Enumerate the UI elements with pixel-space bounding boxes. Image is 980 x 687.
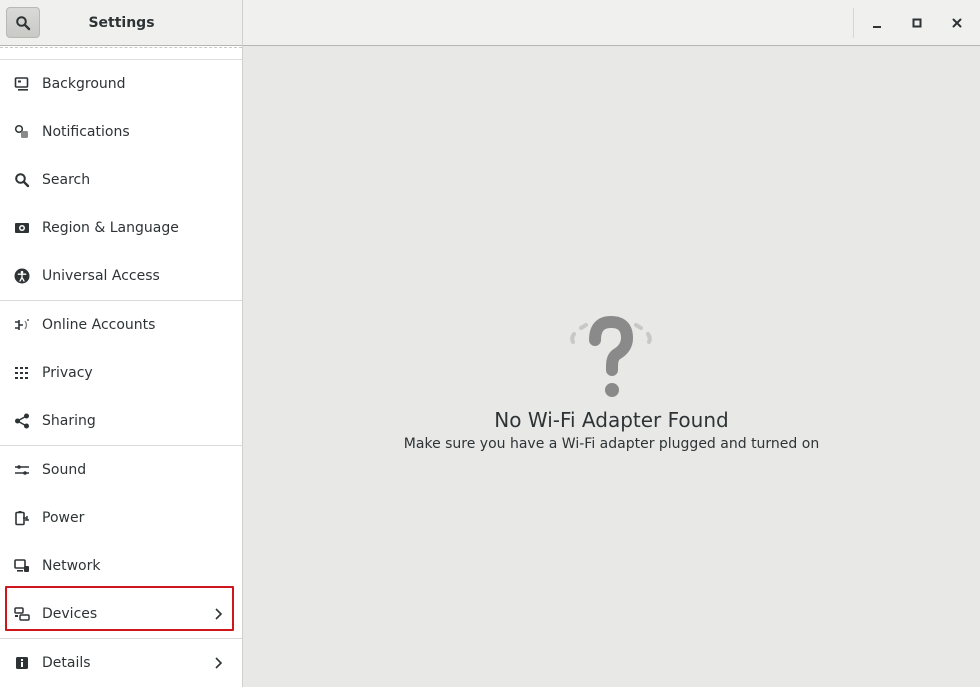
- status-title: No Wi-Fi Adapter Found: [494, 408, 729, 432]
- network-icon: [14, 558, 30, 574]
- sidebar-item-universal-access[interactable]: Universal Access: [0, 252, 242, 300]
- maximize-icon: [912, 18, 922, 28]
- sidebar-item-label: Online Accounts: [42, 317, 156, 333]
- sidebar-item-label: Devices: [42, 606, 98, 622]
- privacy-icon: [14, 365, 30, 381]
- search-icon: [16, 15, 31, 30]
- sidebar-header: Settings: [0, 0, 243, 46]
- sidebar-item-details[interactable]: Details: [0, 639, 242, 687]
- header-bar: Settings: [0, 0, 980, 46]
- chevron-right-icon: [212, 655, 226, 671]
- devices-icon: [14, 606, 30, 622]
- sidebar-item-sharing[interactable]: Sharing: [0, 397, 242, 445]
- sidebar-item-label: Notifications: [42, 124, 130, 140]
- sidebar-item-search[interactable]: Search: [0, 156, 242, 204]
- sidebar-item-label: Universal Access: [42, 268, 160, 284]
- search-button[interactable]: [6, 7, 40, 38]
- sidebar-item-label: Details: [42, 655, 91, 671]
- sidebar-item-network[interactable]: Network: [0, 542, 242, 590]
- sidebar-item-background[interactable]: Background: [0, 60, 242, 108]
- question-mark-icon: [570, 316, 652, 397]
- maximize-button[interactable]: [902, 8, 932, 38]
- sidebar-item-label: Region & Language: [42, 220, 179, 236]
- region-language-icon: [14, 220, 30, 236]
- power-icon: [14, 510, 30, 526]
- sound-icon: [14, 462, 30, 478]
- close-icon: [952, 18, 962, 28]
- sidebar-item-sound[interactable]: Sound: [0, 446, 242, 494]
- universal-access-icon: [14, 268, 30, 284]
- sidebar-item-region-language[interactable]: Region & Language: [0, 204, 242, 252]
- sidebar-item-label: Sound: [42, 462, 87, 478]
- background-icon: [14, 76, 30, 92]
- notifications-icon: [14, 124, 30, 140]
- main-content: No Wi-Fi Adapter Found Make sure you hav…: [243, 46, 980, 687]
- header-separator: [853, 8, 854, 38]
- sidebar-item-label: Network: [42, 558, 101, 574]
- sidebar-item-label: Background: [42, 76, 126, 92]
- minimize-icon: [873, 26, 881, 28]
- sharing-icon: [14, 413, 30, 429]
- sidebar-item-label: Power: [42, 510, 85, 526]
- close-button[interactable]: [942, 8, 972, 38]
- sidebar-item-devices[interactable]: Devices: [0, 590, 242, 638]
- search-icon: [14, 172, 30, 188]
- scroll-edge-indicator: [0, 47, 242, 48]
- chevron-right-icon: [212, 606, 226, 622]
- details-icon: [14, 655, 30, 671]
- minimize-button[interactable]: [862, 8, 892, 38]
- online-accounts-icon: [14, 317, 30, 333]
- status-description: Make sure you have a Wi-Fi adapter plugg…: [403, 436, 820, 452]
- sidebar-item-label: Sharing: [42, 413, 96, 429]
- sidebar-item-label: Search: [42, 172, 91, 188]
- sidebar-item-notifications[interactable]: Notifications: [0, 108, 242, 156]
- sidebar-item-online-accounts[interactable]: Online Accounts: [0, 301, 242, 349]
- sidebar-item-label: Privacy: [42, 365, 93, 381]
- sidebar: Background Notifications Search Region &…: [0, 46, 243, 687]
- sidebar-item-power[interactable]: Power: [0, 494, 242, 542]
- sidebar-item-privacy[interactable]: Privacy: [0, 349, 242, 397]
